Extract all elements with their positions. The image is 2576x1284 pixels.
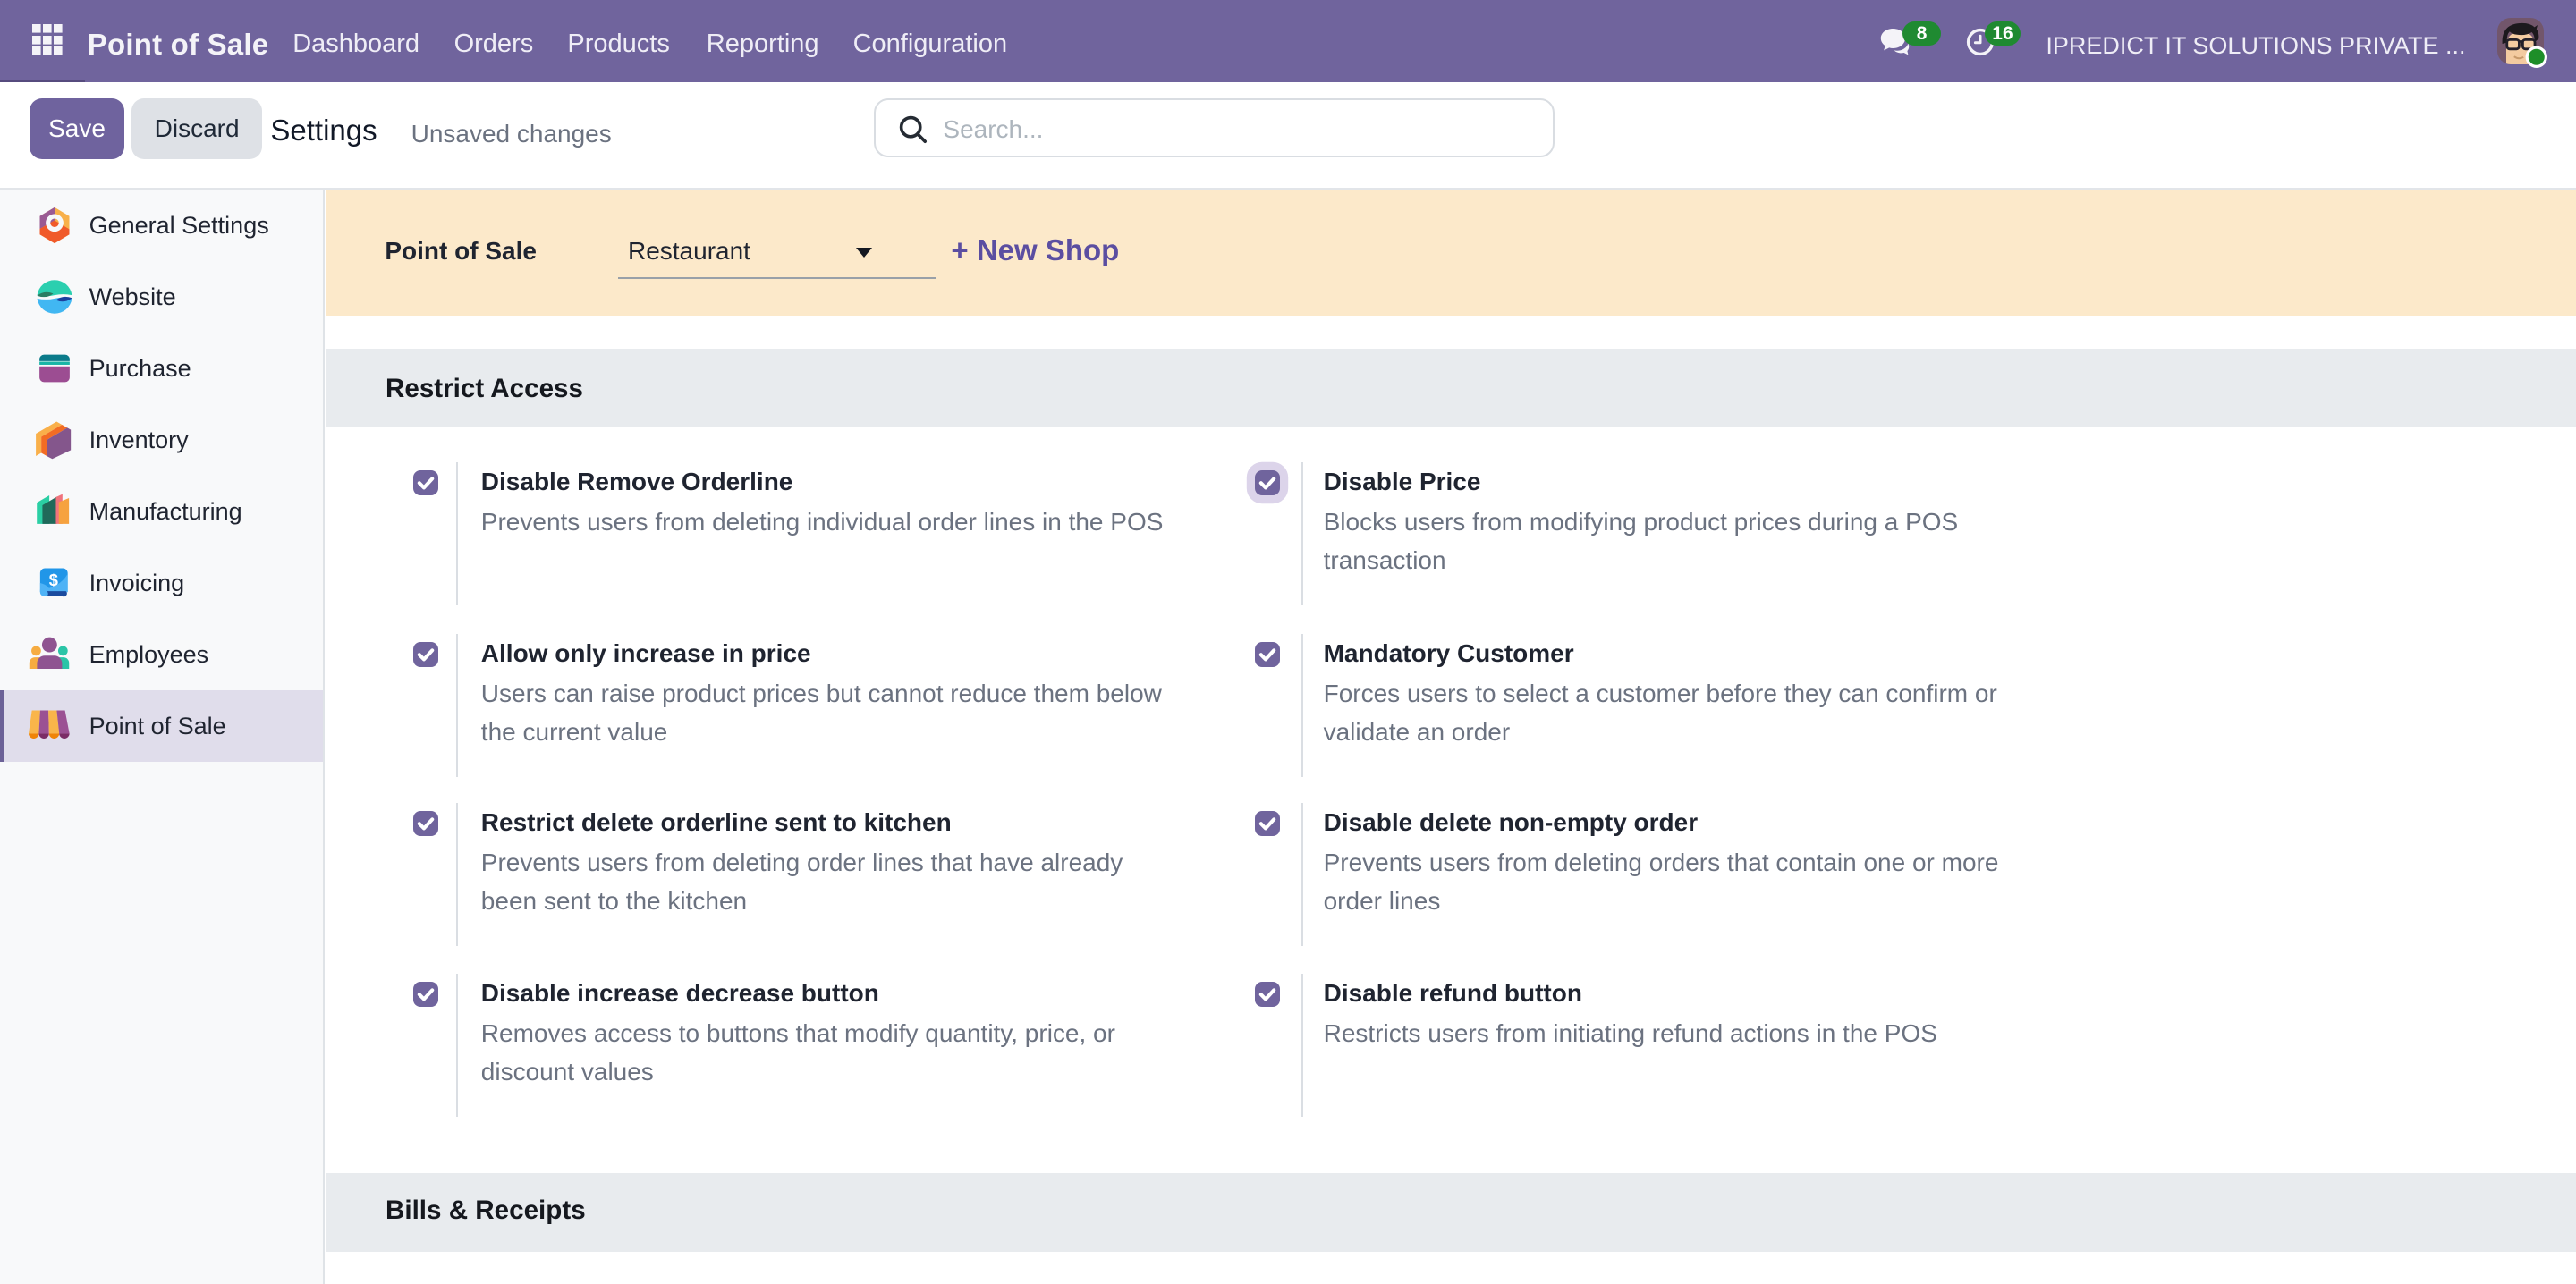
svg-text:$: $ xyxy=(49,570,58,589)
